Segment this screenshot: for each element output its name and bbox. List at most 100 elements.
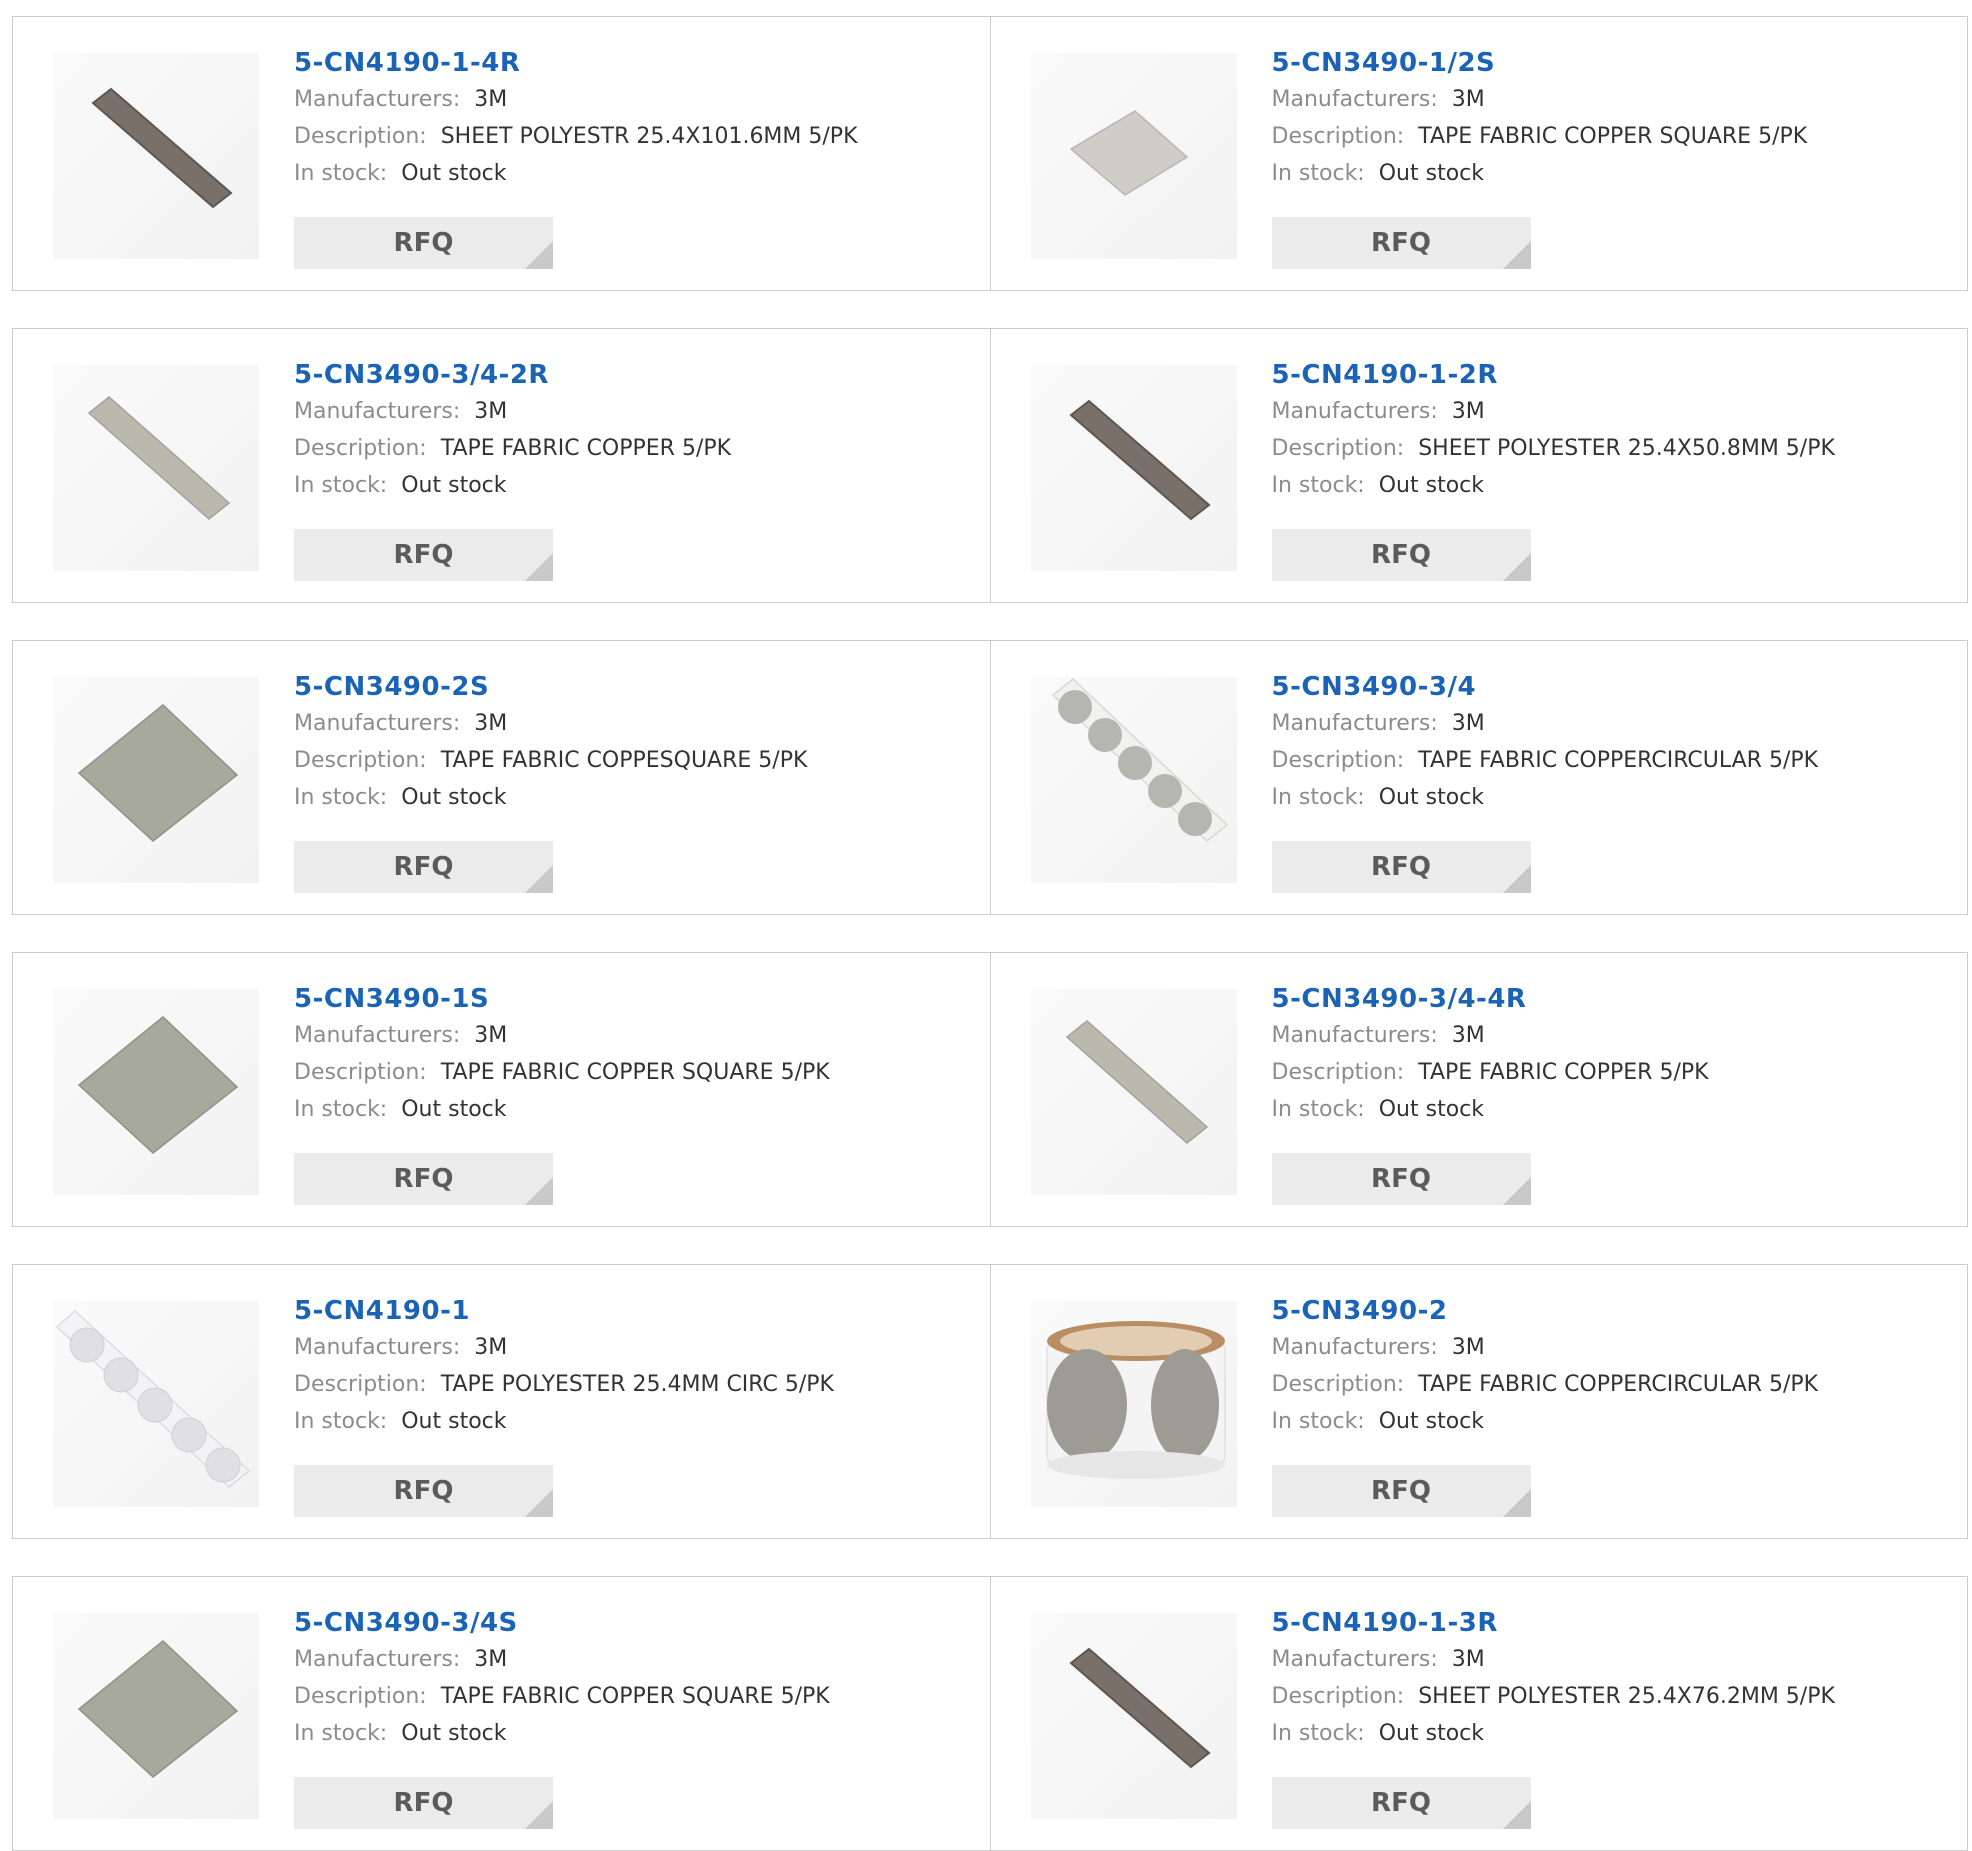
manufacturers-label: Manufacturers: (1271, 1023, 1438, 1048)
manufacturers-label: Manufacturers: (1271, 711, 1438, 736)
rfq-button[interactable]: RFQ (1271, 1777, 1531, 1829)
manufacturer-value: 3M (1451, 1023, 1485, 1048)
product-image[interactable] (53, 1613, 259, 1819)
rfq-corner-decoration (525, 553, 553, 581)
manufacturers-line: Manufacturers: 3M (294, 81, 858, 118)
manufacturer-value: 3M (474, 1647, 508, 1672)
product-part-link[interactable]: 5-CN4190-1-2R (1272, 357, 1835, 393)
rfq-button[interactable]: RFQ (294, 217, 553, 269)
rfq-button[interactable]: RFQ (1271, 1153, 1531, 1205)
stock-label: In stock: (294, 1409, 388, 1434)
product-image[interactable] (1030, 1613, 1237, 1819)
stock-value: Out stock (1378, 1097, 1484, 1122)
product-image[interactable] (1030, 365, 1237, 571)
stock-line: In stock: Out stock (294, 1091, 830, 1128)
product-part-link[interactable]: 5-CN3490-1/2S (1272, 45, 1808, 81)
manufacturer-value: 3M (1451, 1647, 1485, 1672)
manufacturers-line: Manufacturers: 3M (1272, 393, 1835, 430)
description-label: Description: (294, 124, 427, 149)
description-label: Description: (294, 436, 427, 461)
rfq-corner-decoration (525, 1801, 553, 1829)
rfq-button[interactable]: RFQ (1271, 1465, 1531, 1517)
rfq-button[interactable]: RFQ (1271, 529, 1531, 581)
rfq-button[interactable]: RFQ (294, 529, 553, 581)
description-value: SHEET POLYESTER 25.4X50.8MM 5/PK (1418, 436, 1835, 461)
description-line: Description: TAPE FABRIC COPPESQUARE 5/PK (294, 742, 807, 779)
product-card: 5-CN3490-3/4-4R Manufacturers: 3M Descripti… (989, 953, 1968, 1226)
description-line: Description: TAPE FABRIC COPPER SQUARE 5/… (294, 1054, 830, 1091)
stock-value: Out stock (401, 473, 507, 498)
product-part-link[interactable]: 5-CN3490-3/4S (294, 1605, 830, 1641)
product-card: 5-CN4190-1 Manufacturers: 3M Description: TA… (13, 1265, 990, 1538)
rfq-button[interactable]: RFQ (294, 1153, 553, 1205)
description-line: Description: TAPE FABRIC COPPERCIRCULAR 5… (1272, 742, 1819, 779)
product-part-link[interactable]: 5-CN3490-3/4-2R (294, 357, 731, 393)
manufacturers-line: Manufacturers: 3M (1272, 705, 1819, 742)
description-value: TAPE FABRIC COPPERCIRCULAR 5/PK (1418, 1372, 1819, 1397)
stock-line: In stock: Out stock (1272, 467, 1835, 504)
description-value: SHEET POLYESTER 25.4X76.2MM 5/PK (1418, 1684, 1835, 1709)
product-info: 5-CN3490-2 Manufacturers: 3M Description: TA… (1272, 1293, 1819, 1440)
product-card: 5-CN3490-3/4S Manufacturers: 3M Description… (13, 1577, 990, 1850)
rfq-button[interactable]: RFQ (1271, 217, 1531, 269)
manufacturer-value: 3M (1451, 711, 1485, 736)
product-image[interactable] (1030, 677, 1237, 883)
rfq-corner-decoration (1502, 1801, 1531, 1829)
rfq-button-label: RFQ (393, 1788, 454, 1818)
stock-line: In stock: Out stock (1272, 1715, 1835, 1752)
product-image[interactable] (1030, 989, 1237, 1195)
product-image[interactable] (53, 53, 259, 259)
stock-line: In stock: Out stock (294, 1403, 834, 1440)
manufacturers-line: Manufacturers: 3M (1272, 1641, 1835, 1678)
description-label: Description: (1271, 436, 1405, 461)
product-card: 5-CN3490-3/4 Manufacturers: 3M Description:… (989, 641, 1968, 914)
manufacturers-label: Manufacturers: (1271, 87, 1438, 112)
manufacturers-line: Manufacturers: 3M (1272, 1017, 1709, 1054)
description-label: Description: (1271, 1684, 1405, 1709)
product-image[interactable] (1030, 53, 1237, 259)
product-info: 5-CN3490-3/4-2R Manufacturers: 3M Descripti… (294, 357, 731, 504)
product-image[interactable] (53, 989, 259, 1195)
manufacturer-value: 3M (474, 399, 508, 424)
rfq-button[interactable]: RFQ (294, 1465, 553, 1517)
description-label: Description: (1271, 748, 1405, 773)
description-label: Description: (294, 1060, 427, 1085)
manufacturer-value: 3M (1451, 87, 1485, 112)
manufacturers-line: Manufacturers: 3M (294, 1017, 830, 1054)
manufacturers-line: Manufacturers: 3M (294, 1329, 834, 1366)
product-part-link[interactable]: 5-CN4190-1-3R (1272, 1605, 1835, 1641)
product-info: 5-CN4190-1-3R Manufacturers: 3M Description… (1272, 1605, 1835, 1752)
product-image[interactable] (1030, 1301, 1237, 1507)
rfq-button[interactable]: RFQ (294, 1777, 553, 1829)
product-part-link[interactable]: 5-CN3490-2 (1272, 1293, 1819, 1329)
rfq-corner-decoration (1502, 241, 1531, 269)
description-value: TAPE FABRIC COPPER SQUARE 5/PK (440, 1684, 830, 1709)
manufacturers-label: Manufacturers: (1271, 399, 1438, 424)
description-line: Description: TAPE FABRIC COPPERCIRCULAR 5… (1272, 1366, 1819, 1403)
stock-label: In stock: (294, 785, 388, 810)
stock-line: In stock: Out stock (1272, 779, 1819, 816)
rfq-corner-decoration (525, 241, 553, 269)
manufacturer-value: 3M (474, 711, 508, 736)
product-part-link[interactable]: 5-CN3490-2S (294, 669, 807, 705)
product-part-link[interactable]: 5-CN3490-3/4 (1272, 669, 1819, 705)
product-image[interactable] (53, 677, 259, 883)
product-part-link[interactable]: 5-CN4190-1 (294, 1293, 834, 1329)
product-info: 5-CN4190-1-2R Manufacturers: 3M Description… (1272, 357, 1835, 504)
rfq-corner-decoration (1502, 1177, 1531, 1205)
description-label: Description: (294, 748, 427, 773)
description-label: Description: (1271, 1060, 1405, 1085)
manufacturer-value: 3M (1451, 1335, 1485, 1360)
description-label: Description: (1271, 1372, 1405, 1397)
product-part-link[interactable]: 5-CN4190-1-4R (294, 45, 858, 81)
product-part-link[interactable]: 5-CN3490-1S (294, 981, 830, 1017)
stock-value: Out stock (1378, 785, 1484, 810)
stock-label: In stock: (294, 1097, 388, 1122)
product-image[interactable] (53, 1301, 259, 1507)
rfq-corner-decoration (525, 1489, 553, 1517)
rfq-button[interactable]: RFQ (294, 841, 553, 893)
product-image[interactable] (53, 365, 259, 571)
product-part-link[interactable]: 5-CN3490-3/4-4R (1272, 981, 1709, 1017)
stock-value: Out stock (1378, 1409, 1484, 1434)
rfq-button[interactable]: RFQ (1271, 841, 1531, 893)
